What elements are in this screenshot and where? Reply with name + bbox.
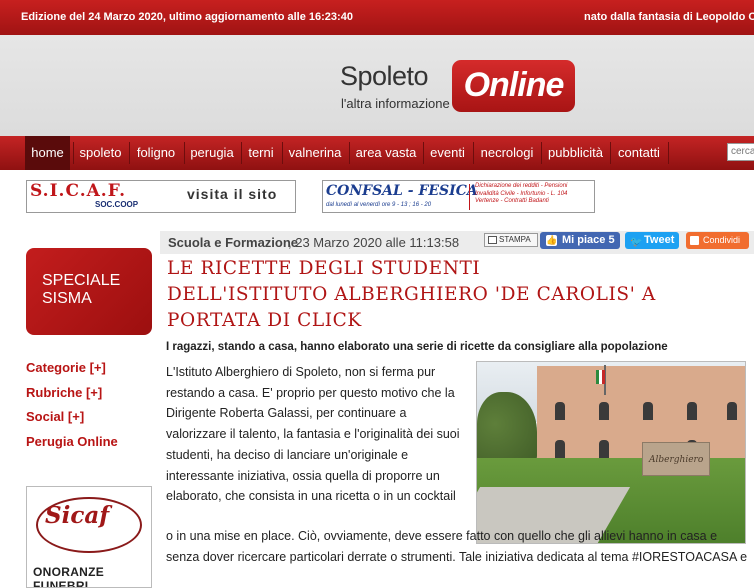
nav-foligno[interactable]: foligno <box>131 136 181 170</box>
photo-window <box>599 440 609 458</box>
nav-separator <box>241 142 242 164</box>
speciale-sisma-button[interactable]: SPECIALE SISMA <box>26 248 152 335</box>
photo-flag <box>596 370 605 384</box>
photo-window <box>599 402 609 420</box>
photo-window <box>727 402 737 420</box>
share-plus-icon <box>690 236 699 245</box>
facebook-like-button[interactable]: 👍 Mi piace 5 <box>540 232 620 249</box>
photo-sign: Alberghiero <box>642 442 710 476</box>
search-input[interactable]: cerca <box>727 143 754 161</box>
confsal-banner-hours: dal lunedì al venerdì ore 9 - 13 ; 16 - … <box>326 202 432 208</box>
main-nav: home spoleto foligno perugia terni valne… <box>0 136 754 170</box>
logo-online-badge: Online <box>452 60 575 112</box>
confsal-service-item: Vertenze - Contratti Badanti <box>475 198 549 204</box>
thumbs-up-icon: 👍 <box>546 235 558 246</box>
sicaf-banner-sub: SOC.COOP <box>95 200 139 209</box>
confsal-divider <box>469 184 470 210</box>
nav-separator <box>129 142 130 164</box>
nav-perugia[interactable]: perugia <box>186 136 238 170</box>
article-body-part1: L'Istituto Alberghiero di Spoleto, non s… <box>166 365 460 504</box>
sidebar-link-rubriche[interactable]: Rubriche [+] <box>26 385 102 400</box>
confsal-services: Dichiarazione dei redditi - Pensioni Inv… <box>475 183 567 206</box>
ad-logo-text: Sicaf <box>45 502 110 529</box>
article-photo[interactable]: Alberghiero <box>476 361 746 544</box>
photo-window <box>555 402 565 420</box>
ad-caption: ONORANZE FUNEBRI <box>33 565 105 588</box>
photo-window <box>643 402 653 420</box>
nav-pubblicita[interactable]: pubblicità <box>543 136 608 170</box>
sicaf-banner-cta: visita il sito <box>187 186 278 202</box>
headline-line: LE RICETTE DEGLI STUDENTI <box>167 258 481 279</box>
share-button[interactable]: Condividi <box>686 232 749 249</box>
nav-separator <box>610 142 611 164</box>
like-label: Mi piace 5 <box>562 234 615 246</box>
top-bar: Edizione del 24 Marzo 2020, ultimo aggio… <box>0 0 754 35</box>
nav-separator <box>473 142 474 164</box>
nav-separator <box>282 142 283 164</box>
nav-separator <box>184 142 185 164</box>
nav-separator <box>668 142 669 164</box>
sidebar-link-social[interactable]: Social [+] <box>26 409 84 424</box>
nav-separator <box>73 142 74 164</box>
header: Spoleto l'altra informazione Online <box>0 35 754 136</box>
edition-info: Edizione del 24 Marzo 2020, ultimo aggio… <box>21 11 353 23</box>
nav-separator <box>541 142 542 164</box>
confsal-banner-name: CONFSAL - FESICA <box>326 183 478 199</box>
headline-line: DELL'ISTITUTO ALBERGHIERO 'DE CAROLIS' A <box>167 284 656 305</box>
photo-window <box>555 440 565 458</box>
photo-sign-text: Alberghiero <box>649 455 704 465</box>
confsal-banner[interactable]: CONFSAL - FESICA dal lunedì al venerdì o… <box>322 180 595 213</box>
site-logo[interactable]: Spoleto l'altra informazione Online <box>340 59 580 119</box>
article-date: , 23 Marzo 2020 alle 11:13:58 <box>288 235 460 250</box>
nav-necrologi[interactable]: necrologi <box>475 136 539 170</box>
confsal-service-item: Dichiarazione dei redditi - Pensioni <box>475 183 568 189</box>
article-headline: LE RICETTE DEGLI STUDENTI DELL'ISTITUTO … <box>167 256 747 334</box>
nav-terni[interactable]: terni <box>243 136 279 170</box>
print-label: STAMPA <box>499 235 531 244</box>
printer-icon <box>488 236 497 244</box>
confsal-service-item: Invalidità Civile - Infortunio - L. 104 <box>475 190 568 197</box>
photo-window <box>687 402 697 420</box>
article-subtitle: I ragazzi, stando a casa, hanno elaborat… <box>166 341 668 353</box>
article-body-part2: o in una mise en place. Ciò, ovviamente,… <box>166 529 748 564</box>
nav-separator <box>349 142 350 164</box>
twitter-bird-icon: 🐦 <box>630 237 643 248</box>
nav-spoleto[interactable]: spoleto <box>75 136 126 170</box>
nav-contatti[interactable]: contatti <box>612 136 666 170</box>
logo-tagline: l'altra informazione <box>341 96 450 111</box>
article-category[interactable]: Scuola e Formazione <box>168 235 298 250</box>
tweet-button[interactable]: 🐦 Tweet <box>625 232 679 249</box>
sidebar-link-perugia-online[interactable]: Perugia Online <box>26 434 118 449</box>
nav-eventi[interactable]: eventi <box>425 136 470 170</box>
sidebar-link-categorie[interactable]: Categorie [+] <box>26 360 106 375</box>
onoranze-funebri-ad[interactable]: Sicaf ONORANZE FUNEBRI <box>26 486 152 588</box>
nav-home[interactable]: home <box>25 136 70 170</box>
sicaf-banner[interactable]: S.I.C.A.F. SOC.COOP visita il sito <box>26 180 296 213</box>
print-button[interactable]: STAMPA <box>484 233 538 247</box>
speciale-label: SPECIALE <box>42 272 121 289</box>
logo-brand: Spoleto <box>340 61 429 91</box>
headline-line: PORTATA DI CLICK <box>167 310 362 331</box>
tweet-label: Tweet <box>644 234 675 246</box>
credits-text: nato dalla fantasia di Leopoldo Cori <box>584 11 754 23</box>
share-label: Condividi <box>703 235 741 245</box>
nav-valnerina[interactable]: valnerina <box>284 136 346 170</box>
nav-separator <box>423 142 424 164</box>
sisma-label: SISMA <box>42 290 92 307</box>
nav-area-vasta[interactable]: area vasta <box>351 136 421 170</box>
sicaf-banner-name: S.I.C.A.F. <box>30 181 126 201</box>
